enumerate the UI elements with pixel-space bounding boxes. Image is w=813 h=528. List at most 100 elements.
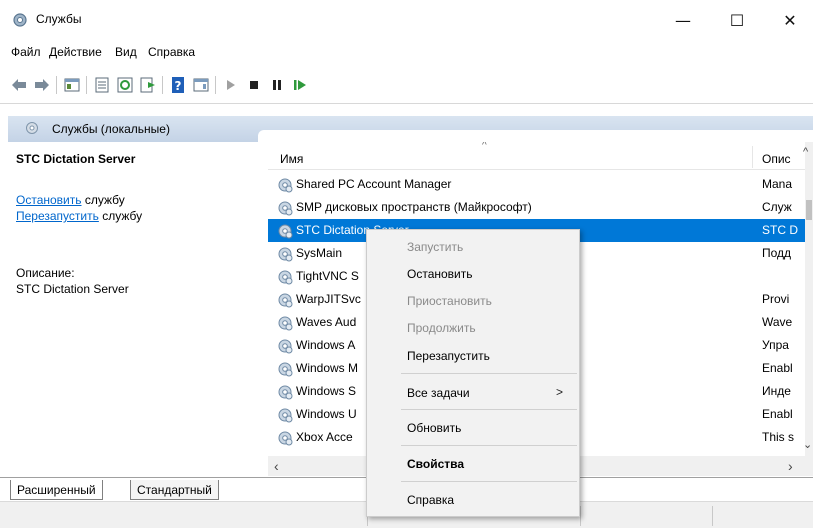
scrollbar-thumb[interactable] xyxy=(806,200,812,220)
stop-service-icon[interactable] xyxy=(245,76,263,94)
menu-item-label: Обновить xyxy=(407,421,462,435)
toolbar: ? xyxy=(0,64,813,104)
menu-item-properties[interactable]: Свойства xyxy=(367,451,579,477)
menu-item-label: Справка xyxy=(407,493,455,507)
close-button[interactable]: ✕ xyxy=(767,0,813,40)
service-gear-icon xyxy=(276,360,294,378)
forward-arrow-icon[interactable] xyxy=(33,76,51,94)
console-tree-icon[interactable] xyxy=(63,76,81,94)
status-divider xyxy=(712,506,713,526)
restart-service-icon[interactable] xyxy=(291,76,309,94)
menu-item-label: Продолжить xyxy=(407,321,476,335)
title-bar: Службы — ☐ ✕ xyxy=(0,0,813,40)
scroll-right-icon[interactable]: › xyxy=(788,458,793,474)
scroll-down-icon[interactable]: ⌄ xyxy=(803,438,812,451)
menu-separator xyxy=(401,373,577,374)
service-gear-icon xyxy=(276,268,294,286)
sort-ascending-icon: ^ xyxy=(482,142,487,151)
service-description: Подд xyxy=(762,246,792,260)
menu-item-label: Все задачи xyxy=(407,386,470,400)
service-description: STC D xyxy=(762,223,798,237)
service-description: Enabl xyxy=(762,407,793,421)
service-name: SysMain xyxy=(296,246,343,260)
menu-help[interactable]: Справка xyxy=(148,45,195,59)
minimize-button[interactable]: — xyxy=(660,0,706,40)
scroll-up-icon[interactable]: ^ xyxy=(803,146,808,158)
toolbar-separator xyxy=(215,76,216,94)
menu-item-stop[interactable]: Остановить xyxy=(367,261,579,287)
description-value: STC Dictation Server xyxy=(16,282,129,296)
service-gear-icon xyxy=(276,176,294,194)
help-icon[interactable]: ? xyxy=(169,76,187,94)
service-row[interactable]: Shared PC Account Manager Mana xyxy=(268,173,805,196)
menu-item-restart[interactable]: Перезапустить xyxy=(367,343,579,369)
tab-standard[interactable]: Стандартный xyxy=(130,480,219,500)
column-header-description[interactable]: Опис xyxy=(762,152,791,166)
menu-separator xyxy=(401,481,577,482)
toolbar-separator xyxy=(162,76,163,94)
submenu-chevron-icon: > xyxy=(555,385,563,399)
restart-service-suffix: службу xyxy=(98,209,143,223)
menu-item-label: Перезапустить xyxy=(407,349,490,363)
toolbar-separator xyxy=(86,76,87,94)
service-gear-icon xyxy=(276,222,294,240)
services-gear-icon xyxy=(26,122,38,134)
service-description: Provi xyxy=(762,292,790,306)
service-name: Windows A xyxy=(296,338,356,352)
service-name: Shared PC Account Manager xyxy=(296,177,452,191)
service-gear-icon xyxy=(276,406,294,424)
menu-separator xyxy=(401,445,577,446)
menu-bar: Файл Действие Вид Справка xyxy=(0,40,813,64)
column-divider[interactable] xyxy=(752,146,753,168)
service-description: This s xyxy=(762,430,795,444)
service-description: Упра xyxy=(762,338,789,352)
export-list-icon[interactable] xyxy=(139,76,157,94)
start-service-icon[interactable] xyxy=(222,76,240,94)
restart-service-action: Перезапустить службу xyxy=(16,209,142,223)
service-row[interactable]: SMP дисковых пространств (Майкрософт) Слу… xyxy=(268,196,805,219)
service-description: Инде xyxy=(762,384,791,398)
menu-item-refresh[interactable]: Обновить xyxy=(367,415,579,441)
restart-service-link[interactable]: Перезапустить xyxy=(16,209,99,223)
maximize-button[interactable]: ☐ xyxy=(714,0,760,40)
menu-item-start[interactable]: Запустить xyxy=(367,234,579,260)
menu-item-all-tasks[interactable]: Все задачи > xyxy=(367,380,579,406)
status-divider xyxy=(580,506,581,526)
menu-item-label: Приостановить xyxy=(407,294,492,308)
show-action-pane-icon[interactable] xyxy=(192,76,210,94)
service-name: Windows S xyxy=(296,384,357,398)
extended-description-pane: STC Dictation Server Остановить службу П… xyxy=(8,142,260,477)
service-gear-icon xyxy=(276,199,294,217)
menu-action[interactable]: Действие xyxy=(49,45,102,59)
menu-item-resume[interactable]: Продолжить xyxy=(367,315,579,341)
menu-item-pause[interactable]: Приостановить xyxy=(367,288,579,314)
menu-item-label: Запустить xyxy=(407,240,464,254)
refresh-icon[interactable] xyxy=(116,76,134,94)
toolbar-separator xyxy=(56,76,57,94)
service-name: Windows M xyxy=(296,361,359,375)
vertical-scrollbar[interactable]: ^ ⌄ xyxy=(803,142,813,456)
scroll-left-icon[interactable]: ‹ xyxy=(274,458,279,474)
stop-service-action: Остановить службу xyxy=(16,193,125,207)
menu-file[interactable]: Файл xyxy=(11,45,41,59)
stop-service-link[interactable]: Остановить xyxy=(16,193,82,207)
pause-service-icon[interactable] xyxy=(268,76,286,94)
menu-item-label: Остановить xyxy=(407,267,473,281)
description-label: Описание: xyxy=(16,266,75,280)
svg-text:?: ? xyxy=(175,79,182,93)
selected-service-title: STC Dictation Server xyxy=(16,152,136,166)
service-description: Enabl xyxy=(762,361,793,375)
menu-item-help[interactable]: Справка xyxy=(367,487,579,513)
service-gear-icon xyxy=(276,314,294,332)
back-arrow-icon[interactable] xyxy=(10,76,28,94)
tab-extended[interactable]: Расширенный xyxy=(10,480,103,500)
menu-view[interactable]: Вид xyxy=(115,45,137,59)
services-gear-icon xyxy=(13,13,27,27)
menu-separator xyxy=(401,409,577,410)
properties-icon[interactable] xyxy=(93,76,111,94)
service-description: Wave xyxy=(762,315,793,329)
service-name: Xbox Acce xyxy=(296,430,353,444)
service-description: Служ xyxy=(762,200,792,214)
scope-header-label: Службы (локальные) xyxy=(52,122,170,136)
column-header-name[interactable]: Имя xyxy=(280,152,303,166)
